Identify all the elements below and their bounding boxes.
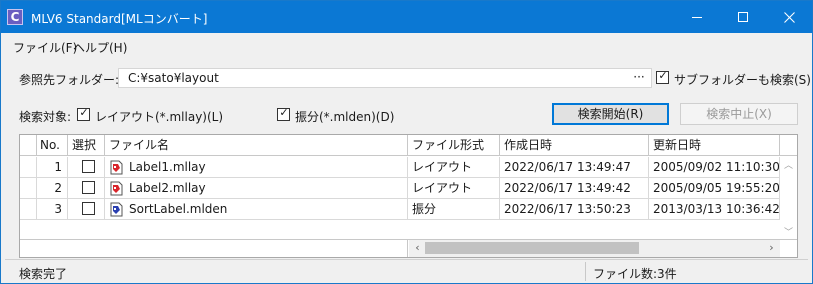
updated-cell: 2005/09/05 19:55:20 (649, 178, 780, 199)
browse-button[interactable]: ··· (631, 69, 647, 87)
updated-cell: 2013/03/13 10:36:42 (649, 199, 780, 220)
layout-label: レイアウト(*.mllay)(L) (95, 110, 224, 124)
header-corner (20, 135, 37, 156)
subfolder-label: サブフォルダーも検索(S) (674, 73, 811, 87)
row-number: 2 (37, 178, 68, 199)
checkmark-icon: ✓ (279, 106, 289, 119)
row-header[interactable] (20, 178, 37, 199)
checkmark-icon: ✓ (79, 106, 89, 119)
header-created[interactable]: 作成日時 (500, 135, 649, 156)
scroll-down-arrow-icon[interactable]: ﹀ (780, 225, 797, 238)
window-title: MLV6 Standard[MLコンバート] (31, 12, 208, 26)
content-panel: 参照先フォルダー: C:¥sato¥layout ··· ✓ サブフォルダーも検… (5, 58, 811, 283)
row-select-checkbox[interactable] (82, 181, 95, 194)
header-format[interactable]: ファイル形式 (408, 135, 500, 156)
folder-path-value: C:¥sato¥layout (128, 71, 219, 85)
header-filename[interactable]: ファイル名 (105, 135, 408, 156)
frozen-scroll-pane (20, 240, 408, 257)
table-row[interactable]: 1 Label1.mllay レイアウト 2022/06/17 13:49:47… (20, 157, 780, 178)
row-select-checkbox[interactable] (82, 160, 95, 173)
checkmark-icon: ✓ (658, 69, 668, 82)
row-select-checkbox[interactable] (82, 202, 95, 215)
scroll-left-arrow-icon[interactable]: ‹ (409, 241, 426, 254)
menu-help[interactable]: ヘルプ(H) (73, 39, 127, 56)
table-row[interactable]: 3 SortLabel.mlden 振分 2022/06/17 13:50:23… (20, 199, 780, 220)
header-no[interactable]: No. (37, 135, 68, 156)
format-cell: レイアウト (408, 178, 500, 199)
updated-cell: 2005/09/02 11:10:30 (649, 157, 780, 178)
header-select[interactable]: 選択 (68, 135, 105, 156)
minimize-button[interactable] (674, 1, 720, 33)
created-cell: 2022/06/17 13:49:47 (500, 157, 649, 178)
file-grid: No. 選択 ファイル名 ファイル形式 作成日時 更新日時 1 Label1.m… (19, 134, 798, 258)
close-icon (783, 11, 795, 23)
folder-label: 参照先フォルダー: (19, 73, 120, 87)
filename-cell: SortLabel.mlden (105, 199, 408, 220)
layout-checkbox[interactable]: ✓ (77, 106, 90, 121)
sort-label: 振分(*.mlden)(D) (295, 110, 395, 124)
search-target-label: 検索対象: (19, 110, 72, 124)
created-cell: 2022/06/17 13:49:42 (500, 178, 649, 199)
created-cell: 2022/06/17 13:50:23 (500, 199, 649, 220)
maximize-button[interactable] (720, 1, 766, 33)
close-button[interactable] (766, 1, 812, 33)
menu-file[interactable]: ファイル(F) (13, 39, 77, 56)
vertical-scrollbar[interactable]: ︿ ﹀ (780, 157, 797, 239)
status-divider (585, 262, 586, 281)
select-cell (68, 178, 105, 199)
filename-cell: Label1.mllay (105, 157, 408, 178)
row-header[interactable] (20, 157, 37, 178)
status-bar: 検索完了 ファイル数:3件 (5, 259, 808, 283)
header-updated[interactable]: 更新日時 (649, 135, 780, 156)
layout-file-icon (110, 181, 123, 196)
row-number: 3 (37, 199, 68, 220)
horizontal-scroll-thumb[interactable] (425, 242, 639, 254)
main-window: C MLV6 Standard[MLコンバート] ファイル(F) ヘルプ(H) … (0, 0, 813, 284)
row-number: 1 (37, 157, 68, 178)
search-stop-button[interactable]: 検索中止(X) (680, 103, 798, 125)
file-name: Label1.mllay (129, 160, 206, 174)
title-bar[interactable]: C MLV6 Standard[MLコンバート] (1, 1, 812, 33)
file-count: ファイル数:3件 (593, 267, 677, 281)
grid-header: No. 選択 ファイル名 ファイル形式 作成日時 更新日時 (20, 135, 797, 156)
sort-file-icon (110, 202, 123, 217)
layout-file-icon (110, 160, 123, 175)
horizontal-scrollbar[interactable]: ‹ › (409, 240, 780, 257)
menu-bar: ファイル(F) ヘルプ(H) (1, 34, 812, 58)
folder-path-field[interactable]: C:¥sato¥layout ··· (118, 68, 652, 88)
maximize-icon (738, 12, 748, 22)
sort-checkbox[interactable]: ✓ (277, 106, 290, 121)
scroll-right-arrow-icon[interactable]: › (763, 241, 780, 254)
search-start-button[interactable]: 検索開始(R) (552, 103, 669, 125)
table-row[interactable]: 2 Label2.mllay レイアウト 2022/06/17 13:49:42… (20, 178, 780, 199)
filename-cell: Label2.mllay (105, 178, 408, 199)
subfolder-checkbox[interactable]: ✓ (656, 69, 669, 84)
select-cell (68, 199, 105, 220)
file-name: SortLabel.mlden (129, 202, 228, 216)
status-message: 検索完了 (19, 267, 68, 281)
row-header[interactable] (20, 199, 37, 220)
select-cell (68, 157, 105, 178)
app-icon: C (7, 9, 23, 25)
format-cell: レイアウト (408, 157, 500, 178)
scroll-up-arrow-icon[interactable]: ︿ (780, 158, 797, 171)
format-cell: 振分 (408, 199, 500, 220)
file-name: Label2.mllay (129, 181, 206, 195)
horizontal-scroll-area: ‹ › (20, 239, 797, 257)
minimize-icon (692, 16, 702, 18)
